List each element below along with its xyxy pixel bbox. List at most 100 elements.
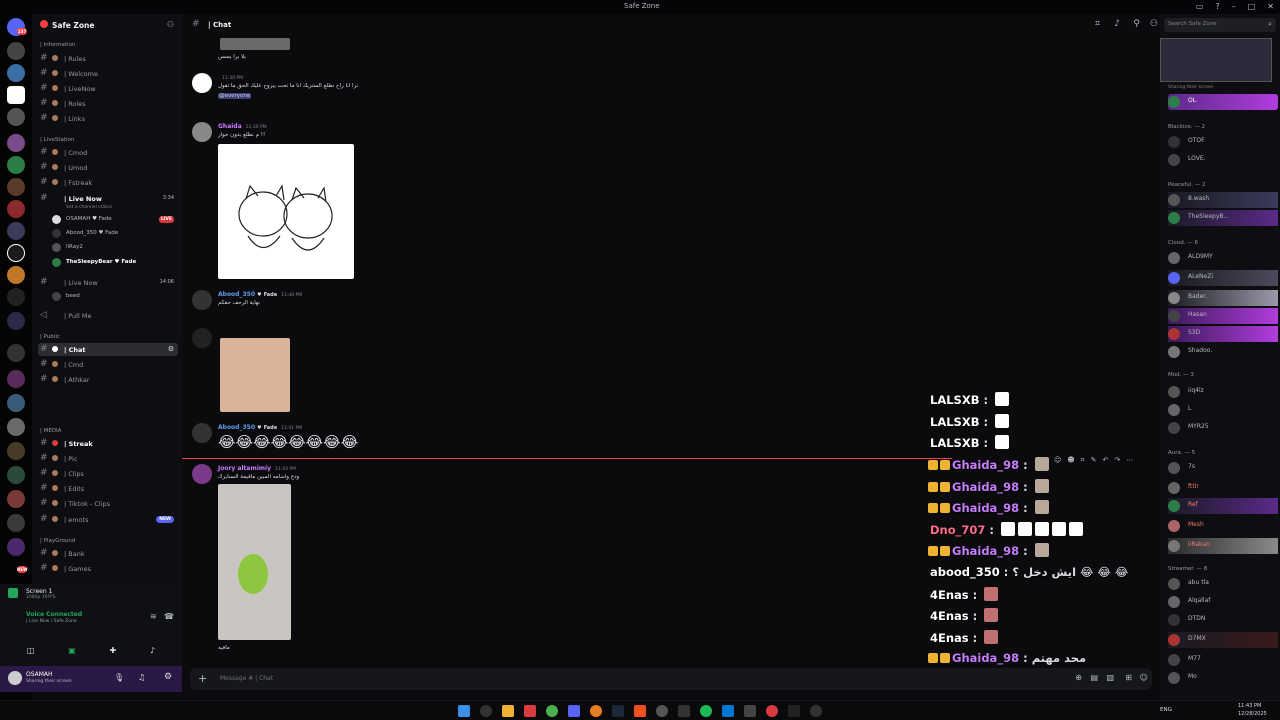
soundboard-icon[interactable]: ♪ bbox=[150, 646, 155, 660]
channel-bank[interactable]: # | Bank bbox=[38, 547, 178, 560]
avatar[interactable] bbox=[192, 73, 212, 93]
channel-fstreak[interactable]: # | Fstreak bbox=[38, 176, 178, 189]
stream-preview[interactable] bbox=[1160, 38, 1272, 82]
avatar[interactable] bbox=[192, 122, 212, 142]
member-item[interactable]: 8.wash bbox=[1168, 192, 1278, 208]
member-item[interactable]: fttlr bbox=[1168, 480, 1278, 496]
voice-user[interactable]: Abood_350 ♥ Fade bbox=[52, 228, 178, 240]
channel-rules[interactable]: # | Rules bbox=[38, 52, 178, 65]
image-attachment[interactable] bbox=[220, 38, 290, 50]
search-input[interactable]: Search Safe Zone ⌕ bbox=[1164, 18, 1276, 32]
start-icon[interactable] bbox=[458, 705, 470, 717]
user-name[interactable]: OSAMAH bbox=[26, 671, 53, 678]
message-author[interactable]: 11:30 PM bbox=[218, 74, 243, 81]
channel-umod[interactable]: # | Umod bbox=[38, 161, 178, 174]
member-item[interactable]: D7MX bbox=[1168, 632, 1278, 648]
reaction-icon[interactable]: ☻ bbox=[1067, 456, 1074, 468]
pin-icon[interactable]: ⚲ bbox=[1133, 19, 1140, 29]
message-input[interactable]: Message # | Chat bbox=[220, 675, 273, 682]
add-reaction-icon[interactable]: ☺ bbox=[1054, 456, 1061, 468]
voice-status-text[interactable]: Voice Connected bbox=[26, 611, 82, 618]
member-item[interactable]: L bbox=[1168, 402, 1278, 418]
server-icon[interactable] bbox=[7, 200, 25, 218]
help-icon[interactable]: ? bbox=[1215, 2, 1219, 11]
message-mention[interactable]: @everyone bbox=[218, 93, 252, 99]
server-icon[interactable] bbox=[7, 222, 25, 240]
server-icon[interactable] bbox=[7, 312, 25, 330]
app-icon[interactable] bbox=[788, 705, 800, 717]
spotify-icon[interactable] bbox=[700, 705, 712, 717]
server-icon[interactable] bbox=[7, 108, 25, 126]
server-icon[interactable] bbox=[7, 134, 25, 152]
category-public[interactable]: | Public bbox=[40, 334, 60, 340]
server-icon[interactable] bbox=[7, 156, 25, 174]
message-author[interactable]: Abood_350 ♥ Fade 11:41 PM bbox=[218, 424, 302, 431]
microphone-icon[interactable]: 🎙 bbox=[114, 673, 124, 682]
channel-links[interactable]: # | Links bbox=[38, 112, 178, 125]
server-icon[interactable] bbox=[7, 344, 25, 362]
language-indicator[interactable]: ENG bbox=[1160, 707, 1172, 713]
member-item[interactable]: S3D bbox=[1168, 326, 1278, 342]
voice-user[interactable]: OSAMAH ♥ Fade LIVE bbox=[52, 214, 178, 226]
activity-icon[interactable]: ✚ bbox=[110, 646, 117, 660]
headphones-icon[interactable]: ♫ bbox=[138, 673, 145, 682]
member-item[interactable]: ALD9MY bbox=[1168, 250, 1278, 266]
app-icon[interactable] bbox=[656, 705, 668, 717]
edit-icon[interactable]: ✎ bbox=[1091, 456, 1097, 468]
channel-athkar[interactable]: # | Athkar bbox=[38, 373, 178, 386]
member-item[interactable]: iiRakan bbox=[1168, 538, 1278, 554]
channel-roles[interactable]: # | Roles bbox=[38, 97, 178, 110]
server-icon[interactable] bbox=[7, 490, 25, 508]
server-icon[interactable] bbox=[7, 42, 25, 60]
channel-cmod[interactable]: # | Cmod bbox=[38, 146, 178, 159]
reply-icon[interactable]: ↶ bbox=[1102, 456, 1108, 468]
avatar[interactable] bbox=[192, 464, 212, 484]
maximize-icon[interactable]: □ bbox=[1248, 2, 1256, 11]
disconnect-icon[interactable]: ☎ bbox=[164, 612, 174, 621]
sticker-icon[interactable]: ▧ bbox=[1106, 673, 1114, 682]
member-item[interactable]: OTOF bbox=[1168, 134, 1278, 150]
member-item[interactable]: DTDN bbox=[1168, 612, 1278, 628]
app-icon[interactable] bbox=[634, 705, 646, 717]
channel-clips[interactable]: # | Clips bbox=[38, 467, 178, 480]
channel-games[interactable]: # | Games bbox=[38, 562, 178, 575]
member-item[interactable]: iiq4lz bbox=[1168, 384, 1278, 400]
screen-share-button[interactable]: ▣ bbox=[68, 646, 76, 660]
file-explorer-icon[interactable] bbox=[502, 705, 514, 717]
settings-icon[interactable]: ⚙ bbox=[168, 345, 174, 353]
member-item[interactable]: OL bbox=[1168, 94, 1278, 110]
server-icon[interactable] bbox=[7, 442, 25, 460]
server-icon[interactable] bbox=[7, 466, 25, 484]
channel-pic[interactable]: # | Pic bbox=[38, 452, 178, 465]
message-author[interactable]: Ghaida 11:30 PM bbox=[218, 123, 267, 130]
member-item[interactable]: MYR25 bbox=[1168, 420, 1278, 436]
category-playground[interactable]: | PlayGround bbox=[40, 538, 75, 544]
voice-user[interactable]: liRay2 bbox=[52, 242, 178, 254]
voice-channel-text[interactable]: | Live Now / Safe Zone bbox=[26, 619, 77, 624]
image-attachment[interactable] bbox=[218, 484, 291, 640]
inbox-icon[interactable]: ▭ bbox=[1196, 2, 1204, 11]
app-icon[interactable] bbox=[722, 705, 734, 717]
server-icon[interactable] bbox=[7, 394, 25, 412]
app-icon[interactable] bbox=[744, 705, 756, 717]
avatar[interactable] bbox=[192, 423, 212, 443]
steam-icon[interactable] bbox=[612, 705, 624, 717]
member-item[interactable]: Alqallaf bbox=[1168, 594, 1278, 610]
apps-icon[interactable]: ⊞ bbox=[1125, 673, 1132, 682]
server-icon[interactable] bbox=[7, 86, 25, 104]
member-item[interactable]: abu tla bbox=[1168, 576, 1278, 592]
notifications-icon[interactable]: ♪ bbox=[1114, 19, 1120, 29]
app-icon[interactable] bbox=[524, 705, 536, 717]
server-icon[interactable] bbox=[7, 64, 25, 82]
server-icon[interactable] bbox=[7, 418, 25, 436]
forward-icon[interactable]: ↷ bbox=[1114, 456, 1120, 468]
voice-user[interactable]: TheSleepyBear ♥ Fade bbox=[52, 257, 178, 269]
app-icon[interactable] bbox=[678, 705, 690, 717]
server-icon[interactable] bbox=[7, 370, 25, 388]
message-author[interactable]: Joory altamimiy 11:43 PM bbox=[218, 465, 296, 472]
member-item[interactable]: Hasan bbox=[1168, 308, 1278, 324]
app-icon[interactable] bbox=[766, 705, 778, 717]
channel-livenow[interactable]: # | LiveNow bbox=[38, 82, 178, 95]
member-item[interactable]: 7s bbox=[1168, 460, 1278, 476]
member-item[interactable]: Ref bbox=[1168, 498, 1278, 514]
